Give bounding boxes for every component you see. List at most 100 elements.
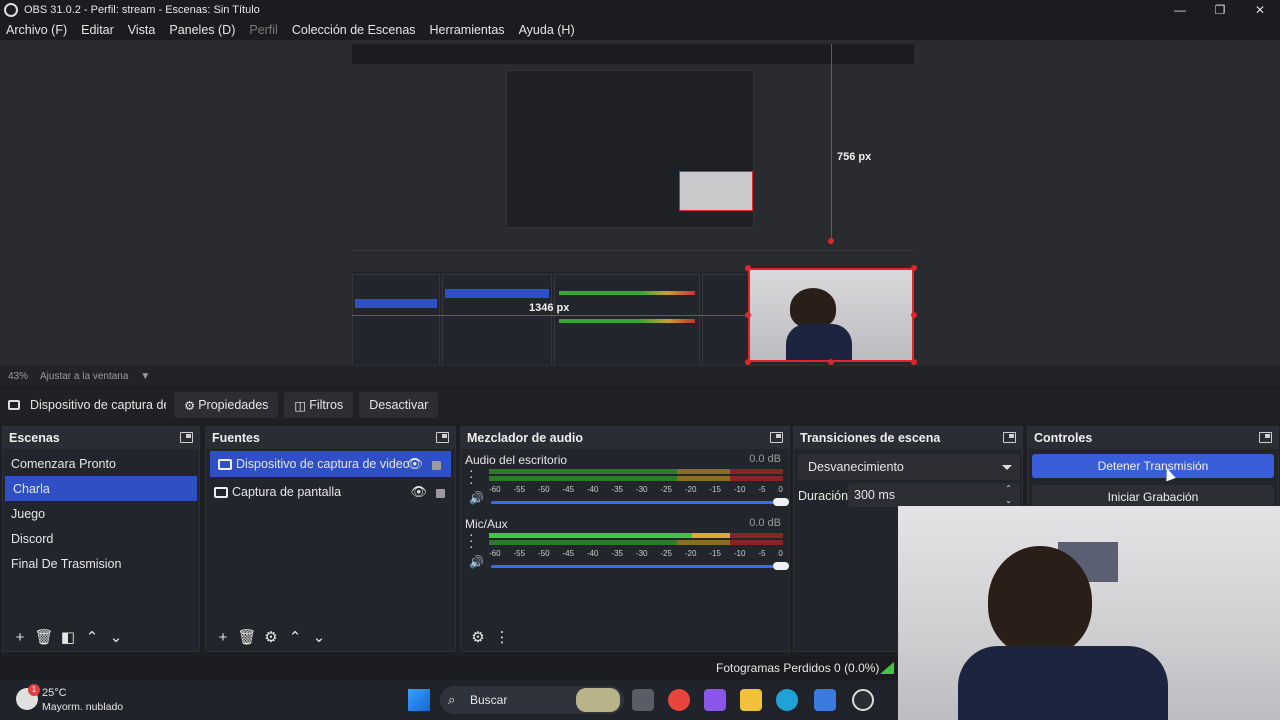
nested-title-bar [352,44,914,54]
filter-icon: ◫ [294,398,307,413]
menu-bar: Archivo (F) Editar Vista Paneles (D) Per… [0,20,1280,40]
source-item-selected[interactable]: Dispositivo de captura de video 👁 [210,451,451,477]
duration-label: Duración [798,489,849,503]
resize-handle[interactable] [828,359,834,365]
chrome-icon[interactable] [668,689,690,711]
task-view-icon[interactable] [632,689,654,711]
scenes-title: Escenas [9,431,60,445]
scenes-dock: Escenas Comenzara Pronto Charla Juego Di… [2,426,200,652]
file-explorer-icon[interactable] [740,689,762,711]
scene-item[interactable]: Final De Trasmision [3,551,199,576]
obs-taskbar-icon[interactable] [852,689,874,711]
copilot-icon[interactable] [704,689,726,711]
resize-handle[interactable] [745,312,751,318]
gear-icon[interactable]: ⚙ [260,627,282,647]
stop-streaming-button[interactable]: Detener Transmisión [1032,454,1274,478]
transition-select[interactable]: Desvanecimiento [798,454,1020,480]
menu-ayuda[interactable]: Ayuda (H) [519,23,575,37]
move-down-icon[interactable]: ⌄ [308,627,330,647]
obs-logo-icon [4,3,18,17]
volume-slider[interactable] [491,562,789,570]
scene-filters-icon[interactable]: ◧ [57,627,79,647]
source-item[interactable]: Captura de pantalla 👁 [206,479,455,505]
move-up-icon[interactable]: ⌃ [284,627,306,647]
move-up-icon[interactable]: ⌃ [81,627,103,647]
spin-arrows-icon[interactable]: ⌃ ⌄ [1005,483,1012,507]
more-options-icon[interactable]: · · · [469,527,474,553]
trash-icon[interactable]: 🗑 [33,627,55,647]
zoom-level: 43% [8,370,29,382]
zoom-bar: 43% Ajustar a la ventana ▼ [0,366,1280,386]
speaker-icon[interactable]: 🔊 [469,491,484,505]
taskbar-search[interactable]: ⌕ Buscar [440,686,624,714]
minimize-button[interactable]: — [1160,0,1200,20]
resize-handle[interactable] [911,359,917,365]
selected-source-name: Dispositivo de captura de v [30,398,166,412]
lock-icon[interactable] [436,489,445,498]
nested-preview-inner [506,70,754,228]
mixer-settings-icon[interactable]: ⚙ [467,627,489,647]
undock-icon[interactable] [770,432,783,443]
guide-line-vertical [831,44,832,244]
audio-mixer-dock: Mezclador de audio Audio del escritorio … [460,426,790,652]
trash-icon[interactable]: 🗑 [236,627,258,647]
eye-icon[interactable]: 👁 [406,456,423,472]
menu-herramientas[interactable]: Herramientas [430,23,505,37]
move-down-icon[interactable]: ⌄ [105,627,127,647]
resize-handle[interactable] [911,312,917,318]
add-source-button[interactable]: + [212,627,234,647]
webcam-overlay [898,506,1280,720]
close-button[interactable]: ✕ [1240,0,1280,20]
deactivate-button[interactable]: Desactivar [359,392,439,418]
undock-icon[interactable] [1003,432,1016,443]
undock-icon[interactable] [1259,432,1272,443]
camera-icon [8,400,20,410]
weather-desc: Mayorm. nublado [42,701,124,713]
menu-vista[interactable]: Vista [128,23,156,37]
menu-coleccion-escenas[interactable]: Colección de Escenas [292,23,416,37]
windows-start-icon[interactable] [408,689,430,711]
nested-mixer-dock [554,274,700,364]
undock-icon[interactable] [436,432,449,443]
scene-item-selected[interactable]: Charla [5,476,197,501]
properties-button[interactable]: ⚙ Propiedades [174,392,279,418]
search-icon: ⌕ [448,692,456,707]
person-shirt [958,646,1168,720]
store-icon[interactable] [814,689,836,711]
title-bar: OBS 31.0.2 - Perfil: stream - Escenas: S… [0,0,1280,20]
nested-webcam [679,171,753,211]
duration-spinbox[interactable]: 300 ms ⌃ ⌄ [848,483,1020,507]
add-scene-button[interactable]: + [9,627,31,647]
scene-item[interactable]: Discord [3,526,199,551]
resize-handle[interactable] [745,265,751,271]
menu-editar[interactable]: Editar [81,23,114,37]
more-options-icon[interactable]: ⋮ [491,627,513,647]
scene-item[interactable]: Juego [3,501,199,526]
menu-perfil[interactable]: Perfil [249,23,277,37]
resize-handle[interactable] [745,359,751,365]
resize-handle[interactable] [911,265,917,271]
search-highlight-icon [576,688,620,712]
more-options-icon[interactable]: · · · [469,463,474,489]
resize-handle[interactable] [828,238,834,244]
nested-scenes-dock [352,274,440,364]
transitions-title: Transiciones de escena [800,431,941,445]
maximize-button[interactable]: ❐ [1200,0,1240,20]
sources-dock: Fuentes Dispositivo de captura de video … [205,426,456,652]
filters-button[interactable]: ◫ Filtros [284,392,354,418]
zoom-mode[interactable]: Ajustar a la ventana [40,371,128,382]
mixer-channel-desktop: Audio del escritorio 0.0 dB -60 -55 -50 -45… [461,451,789,515]
edge-icon[interactable] [776,689,798,711]
lock-icon[interactable] [432,461,441,470]
speaker-icon[interactable]: 🔊 [469,555,484,569]
undock-icon[interactable] [180,432,193,443]
menu-archivo[interactable]: Archivo (F) [6,23,67,37]
menu-paneles[interactable]: Paneles (D) [169,23,235,37]
webcam-source-bounding-box[interactable] [748,268,914,362]
volume-slider[interactable] [491,498,789,506]
eye-icon[interactable]: 👁 [410,484,427,500]
weather-temp: 25°C [42,687,67,699]
chevron-down-icon[interactable]: ▼ [140,371,150,382]
width-label: 1346 px [529,302,570,314]
scene-item[interactable]: Comenzara Pronto [3,451,199,476]
